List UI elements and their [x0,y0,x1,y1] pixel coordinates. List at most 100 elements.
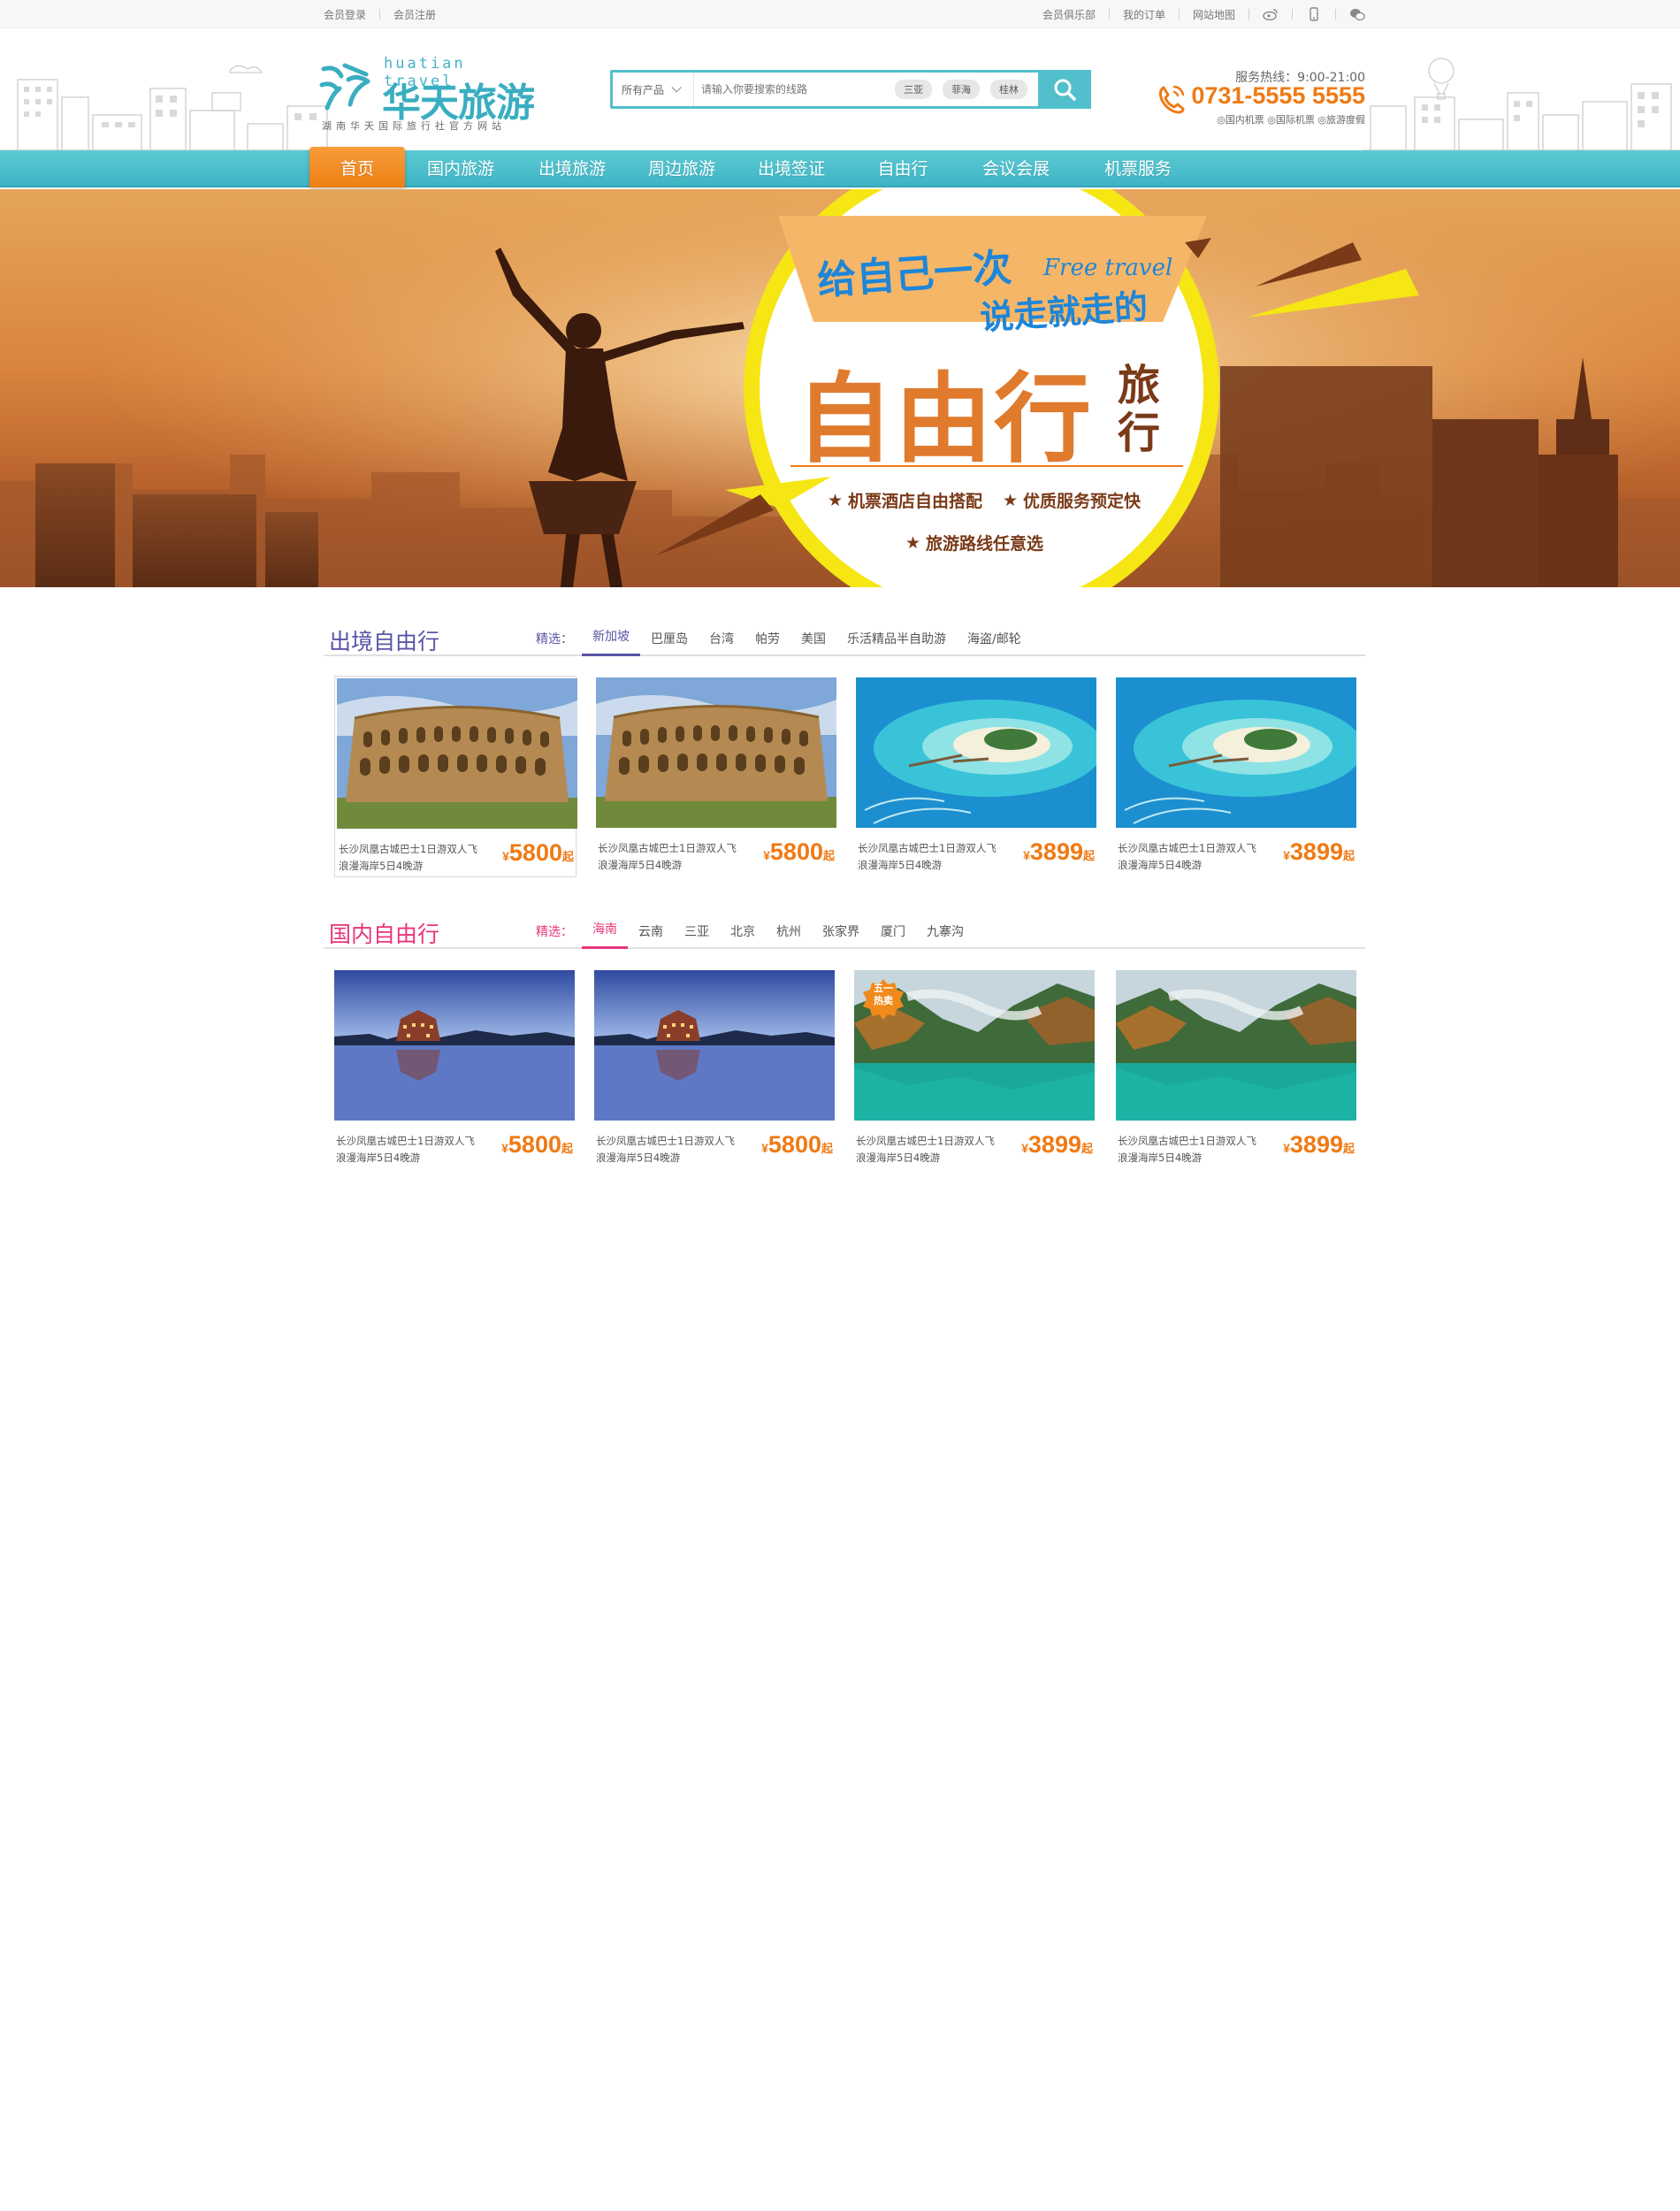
night-lake-image[interactable] [594,970,835,1121]
product-card[interactable]: 长沙凤凰古城巴士1日游双人飞 浪漫海岸5日4晚游 ¥5800起 [592,968,835,1170]
filter-label: 精选： [536,632,573,646]
site-logo[interactable]: huatian travel 华天旅游 湖南华天国际旅行社官方网站 [318,55,539,134]
nav-visa[interactable]: 出境签证 [743,150,840,187]
mobile-icon[interactable] [1306,7,1322,21]
mountain-lake-image[interactable]: 五一 热卖 [854,970,1095,1121]
price-suffix: 起 [1342,1142,1355,1155]
weibo-icon[interactable] [1263,7,1279,21]
filter-zhangjiajie[interactable]: 张家界 [812,922,870,949]
currency: ¥ [1023,848,1030,862]
island-image[interactable] [1116,677,1356,828]
hotline-number: 0731-5555 5555 [1191,82,1365,109]
product-card[interactable]: 长沙凤凰古城巴士1日游双人飞 浪漫海岸5日4晚游 ¥3899起 [854,676,1096,877]
nav-air-tickets[interactable]: 机票服务 [1089,150,1187,187]
search-button[interactable] [1038,70,1091,109]
filter-singapore[interactable]: 新加坡 [582,627,640,656]
badge-line-2: 热卖 [874,995,893,1006]
filter-beijing[interactable]: 北京 [720,922,766,949]
star-icon: ★ [905,532,921,553]
banner-headline: 自由行 [796,363,1093,476]
night-lake-image[interactable] [334,970,575,1121]
category-label: 所有产品 [622,83,665,96]
filter-yunnan[interactable]: 云南 [628,922,674,949]
product-card[interactable]: 长沙凤凰古城巴士1日游双人飞 浪漫海岸5日4晚游 ¥5800起 [332,968,575,1170]
price-suffix: 起 [561,850,574,863]
desc-line-2: 浪漫海岸5日4晚游 [598,859,683,871]
star-icon: ★ [828,490,844,510]
price-value: 3899 [1289,1131,1343,1158]
feature-2-text: 优质服务预定快 [1023,492,1142,511]
product-card[interactable]: 长沙凤凰古城巴士1日游双人飞 浪漫海岸5日4晚游 ¥5800起 [594,676,836,877]
divider [1178,9,1180,19]
banner-feature-1: ★ 机票酒店自由搭配 [828,488,982,512]
top-bar: 会员登录 会员注册 会员俱乐部 我的订单 网站地图 [0,0,1680,28]
product-card[interactable]: 长沙凤凰古城巴士1日游双人飞 浪漫海岸5日4晚游 ¥3899起 [1114,676,1356,877]
nav-domestic[interactable]: 国内旅游 [412,150,509,187]
search-tag-guilin[interactable]: 桂林 [990,80,1027,99]
filter-tabs: 精选： 海南 云南 三亚 北京 杭州 张家界 厦门 九寨沟 [536,920,974,949]
price-value: 5800 [508,839,562,866]
card-price: ¥3899起 [1023,838,1095,866]
logo-swirl-icon [319,63,370,111]
price-value: 5800 [767,1131,821,1158]
search-tag-feihai[interactable]: 菲海 [943,80,980,99]
colosseum-image[interactable] [596,677,836,828]
price-suffix: 起 [1342,849,1355,862]
desc-line-2: 浪漫海岸5日4晚游 [858,859,943,871]
filter-lehuo[interactable]: 乐活精品半自助游 [836,630,957,656]
mountain-lake-image[interactable] [1116,970,1356,1121]
filter-usa[interactable]: 美国 [790,630,836,656]
desc-line-2: 浪漫海岸5日4晚游 [856,1151,941,1164]
filter-palau[interactable]: 帕劳 [745,630,790,656]
search-category-select[interactable]: 所有产品 [613,73,694,106]
currency: ¥ [763,848,770,862]
nav-conference[interactable]: 会议会展 [967,150,1065,187]
search-input[interactable] [694,73,895,106]
star-icon: ★ [1003,490,1019,510]
hero-banner[interactable]: 给自己一次 说走就走的 Free travel 自由行 旅 行 ★ 机票酒店自由搭… [0,189,1680,587]
filter-taiwan[interactable]: 台湾 [699,630,745,656]
search-icon [1054,79,1076,101]
divider [1292,9,1293,19]
hotline-services: ◎国内机票 ◎国际机票 ◎旅游度假 [1217,114,1365,126]
product-card[interactable]: 长沙凤凰古城巴士1日游双人飞 浪漫海岸5日4晚游 ¥3899起 [1114,968,1356,1170]
filter-jiuzhaigou[interactable]: 九寨沟 [916,922,974,949]
filter-bali[interactable]: 巴厘岛 [640,630,699,656]
product-card[interactable]: 五一 热卖 长沙凤凰古城巴士1日游双人飞 浪漫海岸5日4晚游 ¥3899起 [852,968,1095,1170]
price-suffix: 起 [1081,1142,1093,1155]
price-suffix: 起 [561,1142,573,1155]
banner-english: Free travel [1043,255,1173,281]
nav-free-travel[interactable]: 自由行 [854,150,951,187]
register-link[interactable]: 会员注册 [393,7,436,22]
price-suffix: 起 [1082,849,1095,862]
product-card[interactable]: 长沙凤凰古城巴士1日游双人飞 浪漫海岸5日4晚游 ¥5800起 [334,676,577,877]
banner-feature-2: ★ 优质服务预定快 [1003,488,1141,512]
nav-nearby[interactable]: 周边旅游 [633,150,730,187]
desc-line-1: 长沙凤凰古城巴士1日游双人飞 [856,1135,995,1147]
filter-sanya[interactable]: 三亚 [674,922,720,949]
login-link[interactable]: 会员登录 [324,7,366,22]
currency: ¥ [501,1141,508,1155]
nav-home[interactable]: 首页 [309,147,405,187]
search-tag-sanya[interactable]: 三亚 [895,80,932,99]
price-suffix: 起 [822,849,835,862]
divider [379,9,381,19]
filter-hainan[interactable]: 海南 [582,920,628,949]
card-price: ¥5800起 [502,839,574,867]
filter-xiamen[interactable]: 厦门 [870,922,916,949]
nav-outbound[interactable]: 出境旅游 [523,150,621,187]
wechat-icon[interactable] [1349,7,1365,21]
member-club-link[interactable]: 会员俱乐部 [1042,7,1096,22]
card-price: ¥5800起 [763,838,835,866]
my-orders-link[interactable]: 我的订单 [1123,7,1165,22]
card-price: ¥3899起 [1021,1131,1093,1159]
card-description: 长沙凤凰古城巴士1日游双人飞 浪漫海岸5日4晚游 [856,1133,1020,1167]
currency: ¥ [1021,1141,1028,1155]
filter-hangzhou[interactable]: 杭州 [766,922,812,949]
island-image[interactable] [856,677,1096,828]
card-price: ¥3899起 [1283,838,1355,866]
sitemap-link[interactable]: 网站地图 [1193,7,1235,22]
filter-cruise[interactable]: 海盗/邮轮 [957,630,1032,656]
chevron-down-icon [671,82,682,93]
colosseum-image[interactable] [337,678,577,829]
